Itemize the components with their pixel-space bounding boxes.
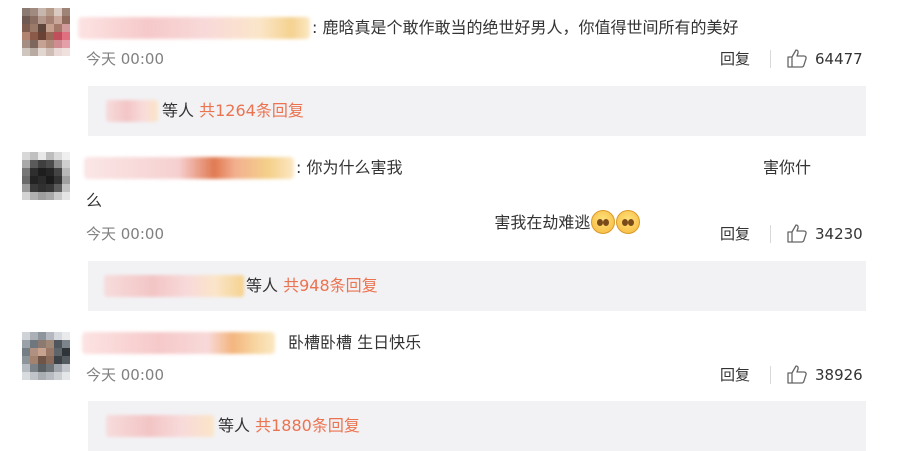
like-count: 64477 — [815, 50, 863, 68]
divider — [770, 366, 771, 384]
comment-text-line2: 害我在劫难逃 — [474, 188, 641, 256]
thumbs-up-icon[interactable] — [786, 364, 808, 384]
comment-time: 今天 00:00 — [86, 225, 164, 243]
avatar[interactable] — [22, 332, 70, 380]
reply-summary: 等人 共1264条回复 — [88, 86, 866, 136]
reply-button[interactable]: 回复 — [720, 365, 750, 385]
reply-summary: 等人 共948条回复 — [88, 261, 866, 311]
username[interactable] — [78, 17, 310, 39]
like-count: 34230 — [815, 225, 863, 243]
reply-summary-text: 等人 共1264条回复 — [162, 100, 304, 122]
reply-username[interactable] — [106, 100, 158, 122]
comment-text: : 鹿晗真是个敢作敢当的绝世好男人，你值得世间所有的美好 — [312, 18, 739, 37]
like-count: 38926 — [815, 366, 863, 384]
reply-summary: 等人 共1880条回复 — [88, 401, 866, 451]
comment-text: 卧槽卧槽 生日快乐 — [288, 333, 422, 352]
avatar[interactable] — [22, 152, 70, 200]
reply-suffix: 等人 — [218, 416, 251, 435]
comment-item: : 鹿晗真是个敢作敢当的绝世好男人，你值得世间所有的美好 今天 00:00 回复… — [0, 0, 897, 140]
reply-username[interactable] — [106, 415, 214, 437]
divider — [770, 50, 771, 68]
reply-summary-text: 等人 共1880条回复 — [218, 415, 360, 437]
reply-button[interactable]: 回复 — [720, 224, 750, 244]
comment-text-line1: : 你为什么害我 — [296, 158, 403, 177]
comment-text-line1-tail: 害你什 — [763, 158, 812, 177]
reply-button[interactable]: 回复 — [720, 49, 750, 69]
cry-emoji-icon — [591, 210, 616, 234]
username[interactable] — [84, 157, 294, 179]
username[interactable] — [82, 332, 275, 354]
comment-item: 卧槽卧槽 生日快乐 今天 00:00 回复 38926 等人 共1880条回复 — [0, 315, 897, 451]
reply-suffix: 等人 — [246, 276, 279, 295]
reply-summary-text: 等人 共948条回复 — [246, 275, 378, 297]
divider — [770, 225, 771, 243]
view-replies-link[interactable]: 共1264条回复 — [199, 101, 304, 120]
comment-time: 今天 00:00 — [86, 50, 164, 68]
cry-emoji-icon — [616, 210, 641, 234]
avatar[interactable] — [22, 8, 70, 56]
comment-time: 今天 00:00 — [86, 366, 164, 384]
comment-item: : 你为什么害我 害你什 么 害我在劫难逃 今天 00:00 回复 34230 … — [0, 140, 897, 315]
view-replies-link[interactable]: 共948条回复 — [283, 276, 378, 295]
comment-text-line2-tail: 害我在劫难逃 — [494, 213, 591, 232]
thumbs-up-icon[interactable] — [786, 223, 808, 243]
comment-text-line2-head: 么 — [86, 191, 103, 210]
thumbs-up-icon[interactable] — [786, 48, 808, 68]
reply-suffix: 等人 — [162, 101, 195, 120]
reply-username[interactable] — [104, 275, 244, 297]
view-replies-link[interactable]: 共1880条回复 — [255, 416, 360, 435]
